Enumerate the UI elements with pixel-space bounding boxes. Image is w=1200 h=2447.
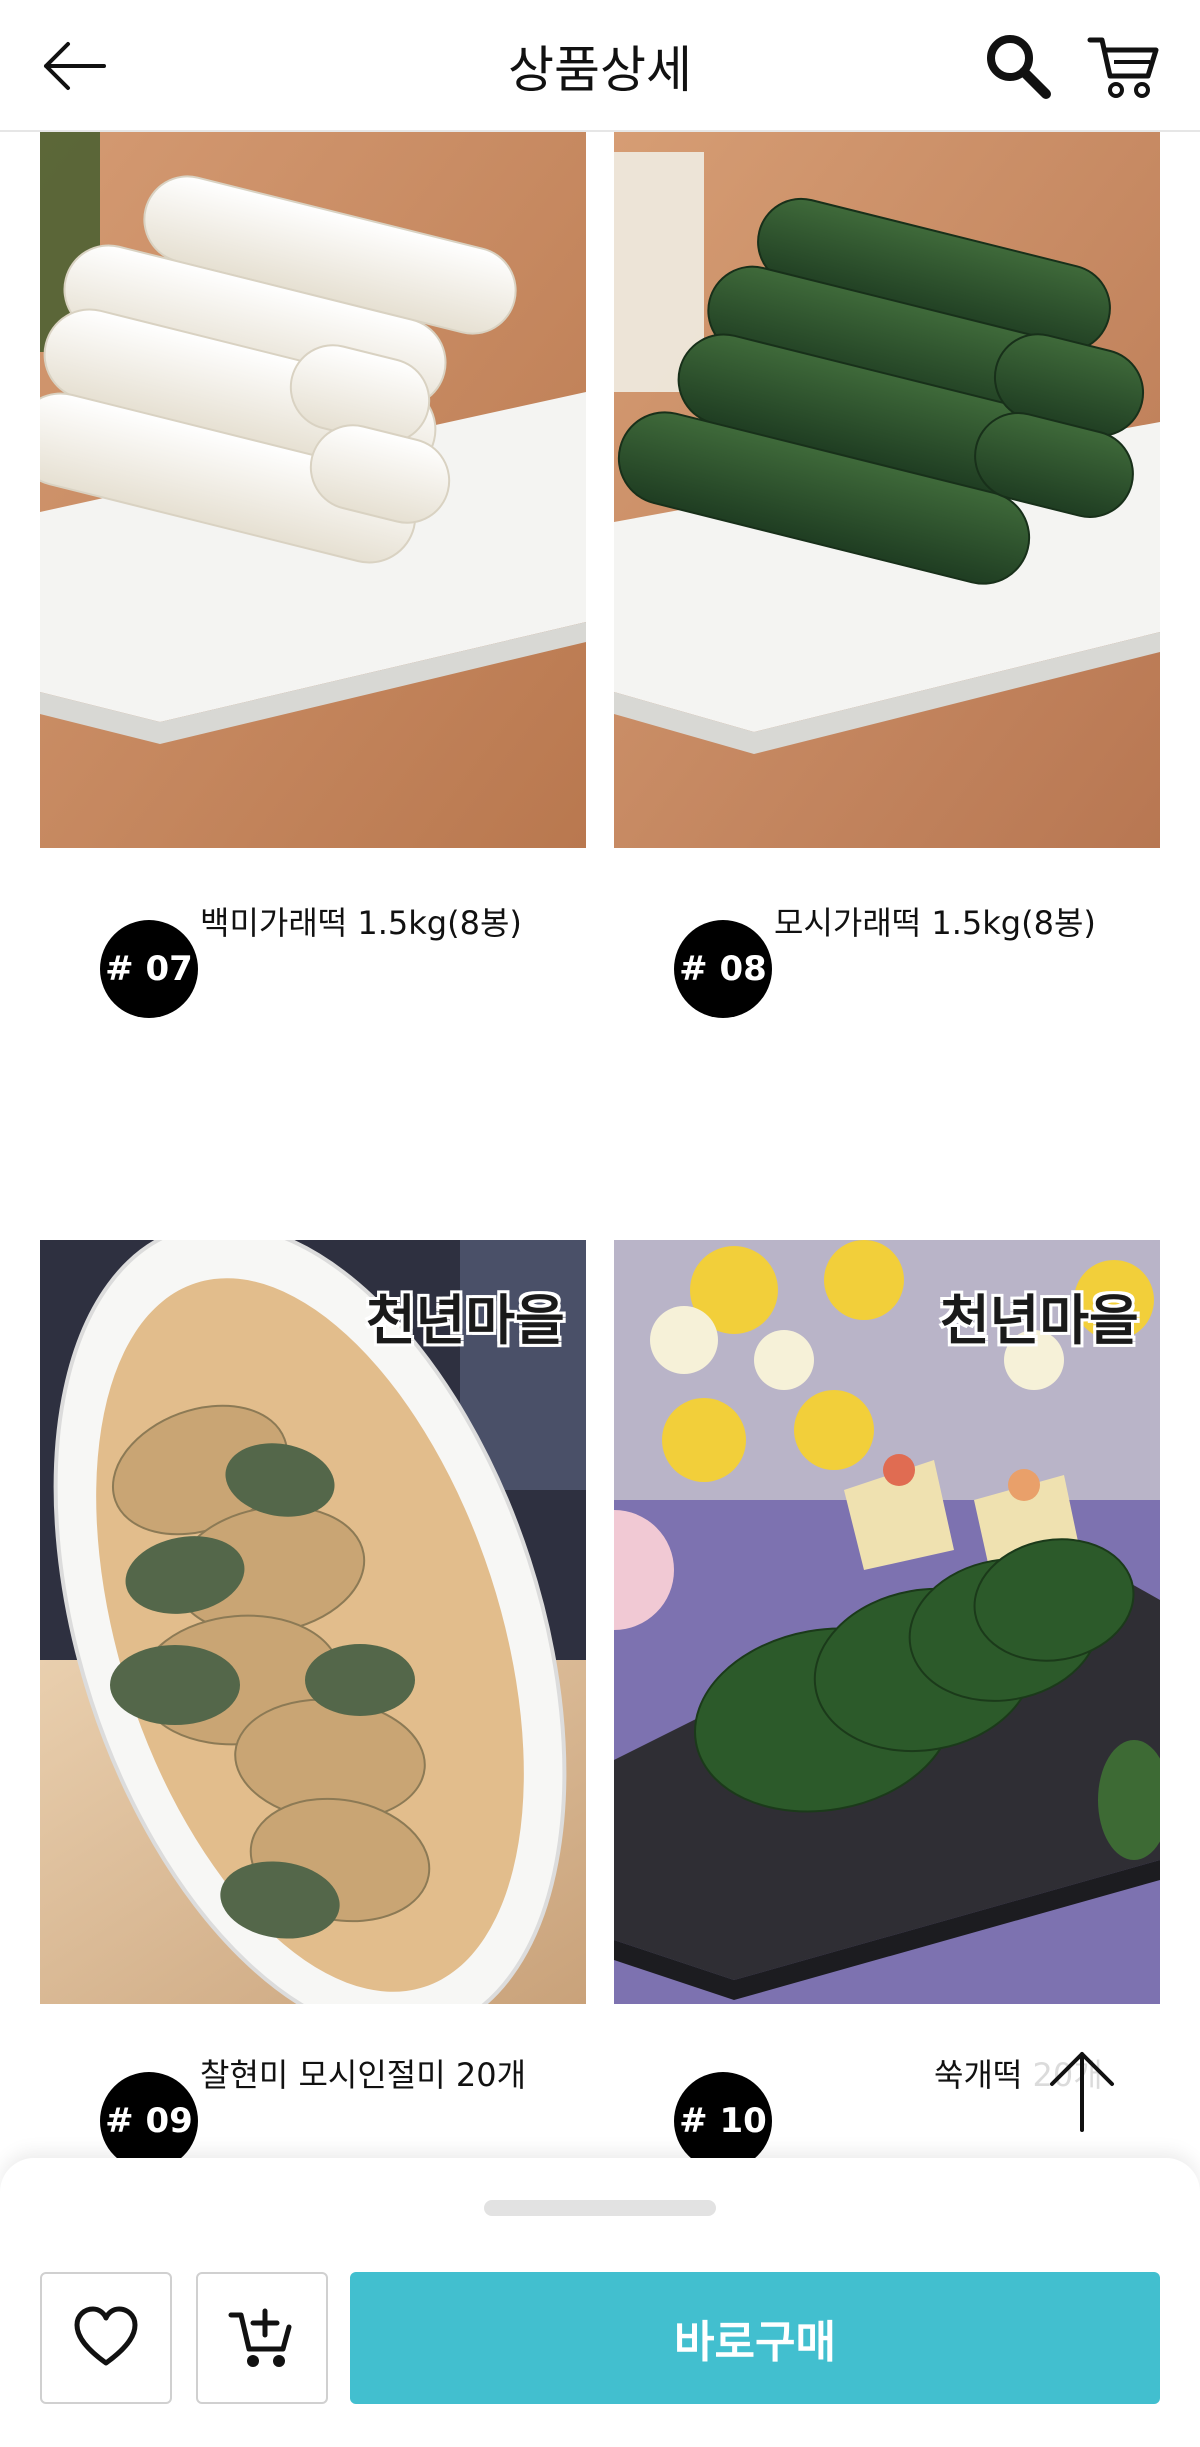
product-number-badge: # 07 (100, 920, 198, 1018)
brand-logo: 천년마을 (940, 1289, 1139, 1352)
product-number-badge: # 08 (674, 920, 772, 1018)
product-image[interactable] (40, 132, 586, 848)
cart-icon[interactable] (1084, 28, 1164, 104)
add-to-cart-icon (228, 2308, 292, 2367)
product-card[interactable]: 천년마을 # 09 찰현미 모시인절미 20개 (40, 1240, 586, 2170)
wishlist-button[interactable] (40, 2272, 172, 2404)
product-caption: # 08 모시가래떡 1.5kg(8봉) (614, 888, 1160, 1018)
product-name[interactable]: 백미가래떡 1.5kg(8봉) (200, 898, 522, 944)
product-number-badge: # 10 (674, 2072, 772, 2170)
arrow-up-icon (1050, 2052, 1114, 2132)
sheet-drag-handle[interactable] (484, 2200, 716, 2216)
product-name[interactable]: 찰현미 모시인절미 20개 (200, 2050, 526, 2096)
product-card[interactable]: # 08 모시가래떡 1.5kg(8봉) (614, 132, 1160, 1018)
product-image[interactable]: 천년마을 (40, 1240, 586, 2004)
add-to-cart-button[interactable] (196, 2272, 328, 2404)
scroll-to-top-button[interactable] (1022, 2030, 1142, 2150)
heart-icon (74, 2306, 138, 2366)
product-card[interactable]: 천년마을 # 10 쑥개떡 20개 (614, 1240, 1160, 2170)
product-caption: # 09 찰현미 모시인절미 20개 (40, 2040, 586, 2170)
product-image[interactable]: 천년마을 (614, 1240, 1160, 2004)
product-image[interactable] (614, 132, 1160, 848)
product-name[interactable]: 모시가래떡 1.5kg(8봉) (774, 898, 1096, 944)
product-number-badge: # 09 (100, 2072, 198, 2170)
search-icon[interactable] (980, 28, 1056, 104)
product-caption: # 07 백미가래떡 1.5kg(8봉) (40, 888, 586, 1018)
product-card[interactable]: # 07 백미가래떡 1.5kg(8봉) (40, 132, 586, 1018)
bottom-action-sheet: 바로구매 (0, 2158, 1200, 2447)
top-app-bar: 상품상세 (0, 0, 1200, 132)
brand-logo: 천년마을 (366, 1289, 565, 1352)
buy-now-button[interactable]: 바로구매 (350, 2272, 1160, 2404)
